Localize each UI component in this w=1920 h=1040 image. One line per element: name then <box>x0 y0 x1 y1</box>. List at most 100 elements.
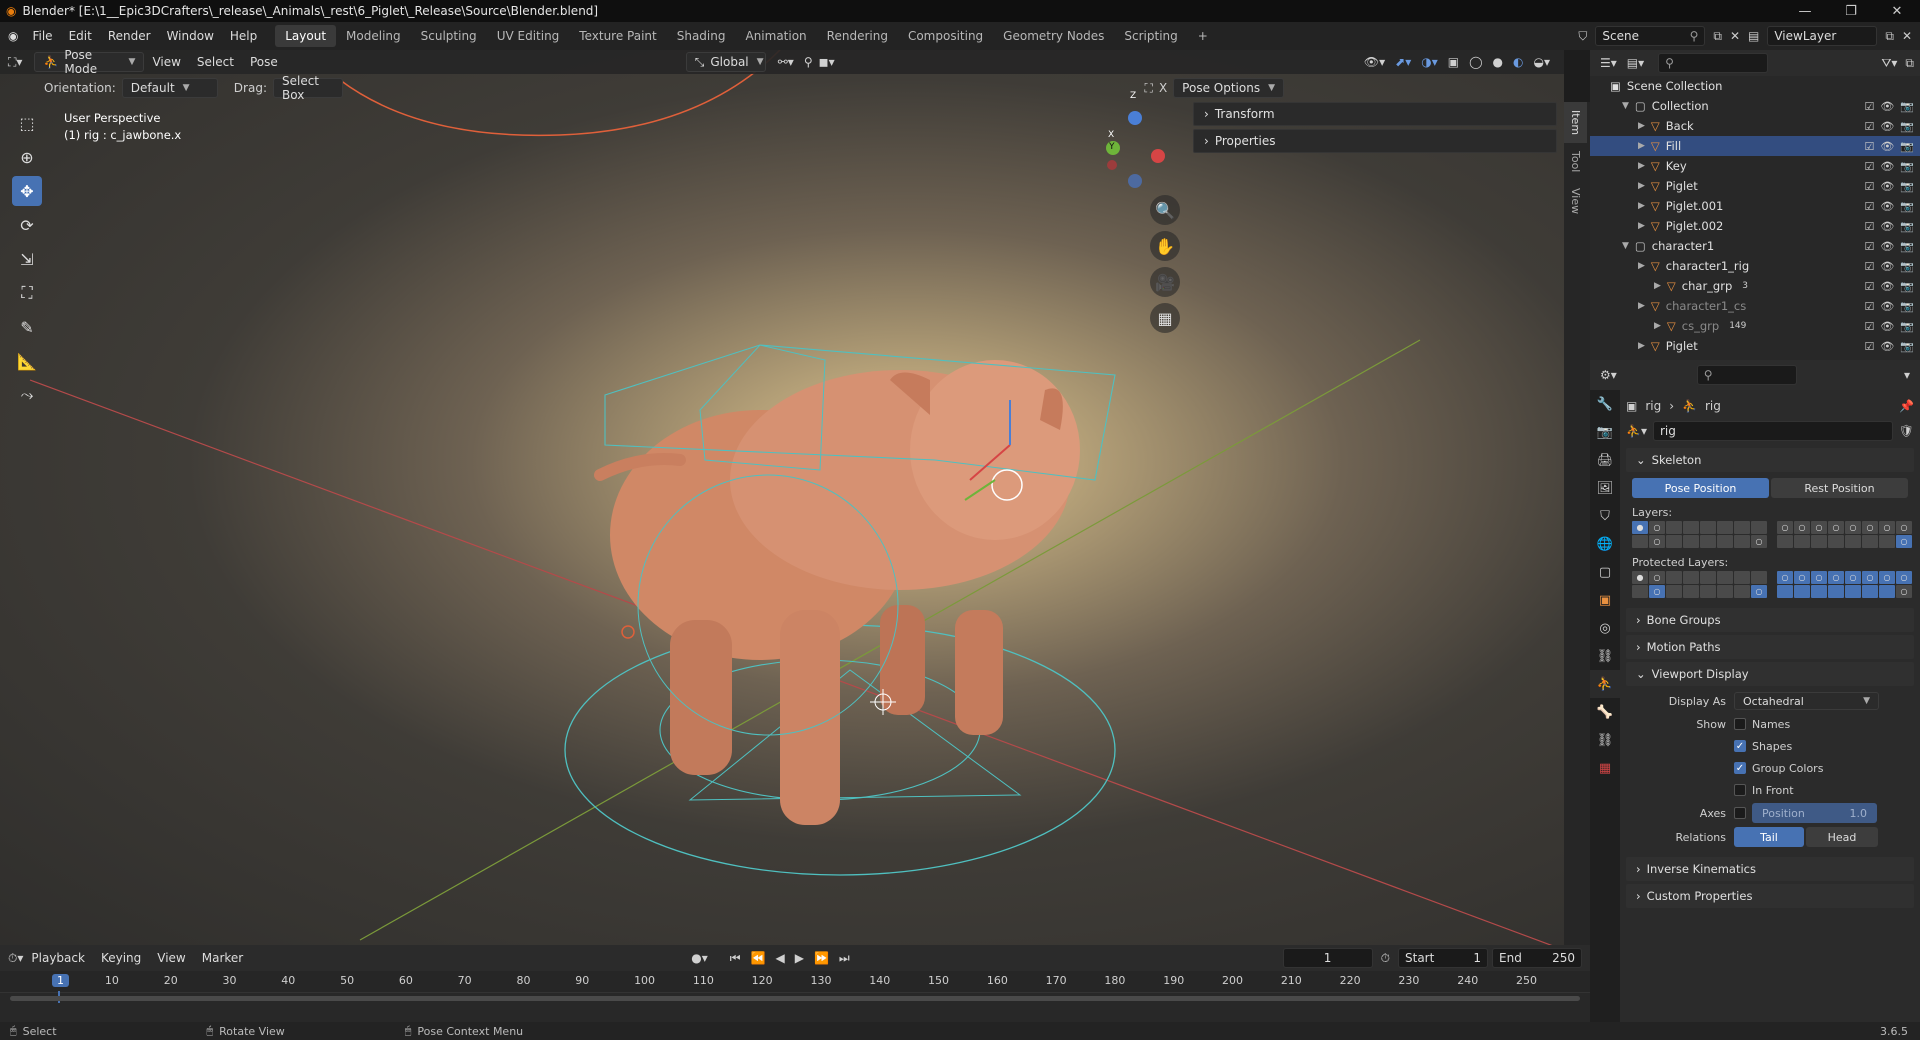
outliner-row[interactable]: ▶ ▽ Piglet.002 ☑ 👁 📷 <box>1590 216 1920 236</box>
annotate-tool-icon[interactable]: ✎ <box>12 312 42 342</box>
outliner-row[interactable]: ▶ ▽ char_grp 3 ☑ 👁 📷 <box>1590 276 1920 296</box>
checkbox-icon[interactable]: ☑ <box>1864 140 1874 153</box>
measure-tool-icon[interactable]: 📐 <box>12 346 42 376</box>
checkbox-icon[interactable]: ☑ <box>1864 320 1874 333</box>
custom-properties-panel-header[interactable]: › Custom Properties <box>1626 884 1914 908</box>
disclosure-triangle-icon[interactable]: ▶ <box>1638 141 1645 151</box>
tool-tab-icon[interactable]: 🔧 <box>1590 390 1620 418</box>
tab-shading[interactable]: Shading <box>667 25 736 47</box>
checkbox-icon[interactable]: ☑ <box>1864 160 1874 173</box>
jump-start-icon[interactable]: ⏮ <box>730 951 741 966</box>
camera-icon[interactable]: 📷 <box>1900 140 1914 153</box>
display-as-dropdown[interactable]: Octahedral ▼ <box>1734 692 1879 710</box>
scene-tab-icon[interactable]: ⛉ <box>1590 502 1620 530</box>
transform-orientation-dropdown[interactable]: ⤡ Global ▼ <box>685 52 766 72</box>
bone-constraints-tab-icon[interactable]: ⛓ <box>1590 726 1620 754</box>
camera-icon[interactable]: 📷 <box>1900 100 1914 113</box>
tab-texture-paint[interactable]: Texture Paint <box>569 25 666 47</box>
checkbox-icon[interactable]: ☑ <box>1864 300 1874 313</box>
world-tab-icon[interactable]: 🌐 <box>1590 530 1620 558</box>
record-icon[interactable]: ●▾ <box>691 951 708 965</box>
relations-tail-button[interactable]: Tail <box>1734 827 1804 847</box>
pan-hand-icon[interactable]: ✋ <box>1150 231 1180 261</box>
nav-gizmo-neg-x[interactable] <box>1151 149 1165 163</box>
outliner-row[interactable]: ▶ ▽ character1_rig ☑ 👁 📷 <box>1590 256 1920 276</box>
camera-icon[interactable]: 📷 <box>1900 120 1914 133</box>
constraints-tab-icon[interactable]: ⛓ <box>1590 642 1620 670</box>
viewport-display-panel-header[interactable]: ⌄ Viewport Display <box>1626 662 1914 686</box>
protected-grid-left[interactable]: ● ○ ○ ○ <box>1632 571 1767 598</box>
eye-icon[interactable]: 👁 <box>1880 100 1894 113</box>
camera-icon[interactable]: 📷 <box>1900 280 1914 293</box>
tab-scripting[interactable]: Scripting <box>1114 25 1187 47</box>
view-layer-selector[interactable]: ViewLayer <box>1767 26 1878 46</box>
motion-paths-panel-header[interactable]: › Motion Paths <box>1626 635 1914 659</box>
delete-view-layer-icon[interactable]: ✕ <box>1902 29 1912 43</box>
menu-render[interactable]: Render <box>100 29 159 43</box>
viewport-menu-select[interactable]: Select <box>189 55 242 69</box>
minimize-icon[interactable]: — <box>1782 4 1828 19</box>
inverse-kinematics-panel-header[interactable]: › Inverse Kinematics <box>1626 857 1914 881</box>
checkbox-icon[interactable]: ☑ <box>1864 340 1874 353</box>
checkbox-icon[interactable]: ☑ <box>1864 240 1874 253</box>
pose-position-button[interactable]: Pose Position <box>1632 478 1769 498</box>
timeline-menu-playback[interactable]: Playback <box>23 951 93 965</box>
wireframe-shading-icon[interactable]: ◯ <box>1469 55 1482 69</box>
visibility-selector-icon[interactable]: 👁▾ <box>1364 55 1385 69</box>
properties-editor-icon[interactable]: ⚙▾ <box>1600 368 1617 382</box>
new-collection-icon[interactable]: ⧉ <box>1905 56 1914 71</box>
disclosure-triangle-icon[interactable]: ▶ <box>1638 261 1645 271</box>
checkbox-icon[interactable]: ☑ <box>1864 220 1874 233</box>
timeline-menu-marker[interactable]: Marker <box>194 951 251 965</box>
tab-layout[interactable]: Layout <box>275 25 337 47</box>
outliner-row[interactable]: ▶ ▽ Back ☑ 👁 📷 <box>1590 116 1920 136</box>
armature-data-icon[interactable]: ⛹▾ <box>1626 424 1647 438</box>
select-box-tool-icon[interactable]: ⬚ <box>12 108 42 138</box>
snap-icon[interactable]: ⚲ <box>804 55 813 69</box>
eye-icon[interactable]: 👁 <box>1880 340 1894 353</box>
new-scene-icon[interactable]: ⧉ <box>1713 29 1722 44</box>
checkbox-icon[interactable]: ☑ <box>1864 200 1874 213</box>
timeline-scrollbar[interactable] <box>10 996 1580 1001</box>
rendered-shading-icon[interactable]: ◒▾ <box>1534 55 1551 69</box>
names-checkbox[interactable] <box>1734 718 1746 730</box>
tab-modeling[interactable]: Modeling <box>336 25 411 47</box>
bone-groups-panel-header[interactable]: › Bone Groups <box>1626 608 1914 632</box>
tab-compositing[interactable]: Compositing <box>898 25 993 47</box>
checkbox-icon[interactable]: ☑ <box>1864 280 1874 293</box>
outliner-row[interactable]: ▶ ▽ Fill ☑ 👁 📷 <box>1590 136 1920 156</box>
texture-tab-icon[interactable]: ▦ <box>1590 754 1620 782</box>
view-layer-tab-icon[interactable]: 🖼 <box>1590 474 1620 502</box>
jump-end-icon[interactable]: ⏭ <box>839 951 850 966</box>
disclosure-triangle-icon[interactable]: ▼ <box>1622 241 1629 251</box>
zoom-icon[interactable]: 🔍 <box>1150 195 1180 225</box>
disclosure-triangle-icon[interactable]: ▶ <box>1654 321 1661 331</box>
play-icon[interactable]: ▶ <box>795 951 804 965</box>
menu-window[interactable]: Window <box>159 29 222 43</box>
disclosure-triangle-icon[interactable]: ▶ <box>1638 161 1645 171</box>
armature-name-field[interactable]: rig <box>1652 421 1893 441</box>
new-view-layer-icon[interactable]: ⧉ <box>1885 29 1894 44</box>
pose-options-dropdown[interactable]: Pose Options ▼ <box>1173 78 1284 98</box>
physics-tab-icon[interactable]: ◎ <box>1590 614 1620 642</box>
eye-icon[interactable]: 👁 <box>1880 220 1894 233</box>
outliner-row[interactable]: ▶ ▽ cs_grp 149 ☑ 👁 📷 <box>1590 316 1920 336</box>
fake-user-icon[interactable]: 🛡 <box>1899 424 1914 438</box>
timeline-editor-icon[interactable]: ⏱▾ <box>8 951 23 966</box>
disclosure-triangle-icon[interactable]: ▶ <box>1638 341 1645 351</box>
relations-head-button[interactable]: Head <box>1806 827 1878 847</box>
overlay-toggle-icon[interactable]: ◑▾ <box>1421 55 1438 69</box>
eye-icon[interactable]: 👁 <box>1880 200 1894 213</box>
disclosure-triangle-icon[interactable]: ▶ <box>1638 201 1645 211</box>
eye-icon[interactable]: 👁 <box>1880 120 1894 133</box>
shapes-checkbox[interactable]: ✓ <box>1734 740 1746 752</box>
eye-icon[interactable]: 👁 <box>1880 180 1894 193</box>
nav-gizmo-z[interactable] <box>1128 111 1142 125</box>
skeleton-panel-header[interactable]: ⌄ Skeleton <box>1626 448 1914 472</box>
tab-uv-editing[interactable]: UV Editing <box>487 25 570 47</box>
gizmo-toggle-icon[interactable]: ⬈▾ <box>1395 55 1411 69</box>
play-reverse-icon[interactable]: ◀ <box>775 951 784 965</box>
display-mode-icon[interactable]: ▤▾ <box>1627 56 1644 70</box>
cursor-tool-icon[interactable]: ⊕ <box>12 142 42 172</box>
orientation-dropdown[interactable]: Default ▼ <box>121 78 218 98</box>
